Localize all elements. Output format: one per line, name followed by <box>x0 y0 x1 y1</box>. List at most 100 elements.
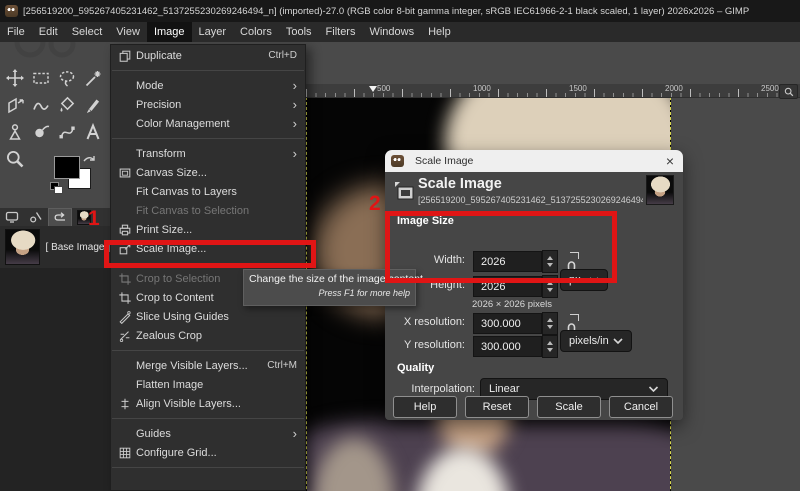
submenu-arrow-icon: › <box>292 145 297 161</box>
zealous-crop-icon <box>117 328 133 344</box>
menu-item-label: Crop to Selection <box>136 272 221 285</box>
magnifier-icon <box>784 87 793 96</box>
menubar-item-select[interactable]: Select <box>65 22 110 42</box>
screen-icon <box>5 211 19 223</box>
menu-item-label: Slice Using Guides <box>136 310 229 323</box>
wand-icon <box>85 70 101 86</box>
tool-measure[interactable] <box>2 118 28 145</box>
menu-item-fit-canvas-to-layers[interactable]: Fit Canvas to Layers <box>111 182 305 201</box>
menubar-item-help[interactable]: Help <box>421 22 458 42</box>
resolution-unit-select[interactable]: pixels/in <box>560 330 632 352</box>
menu-item-label: Fit Canvas to Layers <box>136 185 237 198</box>
zoom-follow-window-button[interactable] <box>779 84 798 99</box>
menubar-item-file[interactable]: File <box>0 22 32 42</box>
scale-image-dialog: Scale Image × Scale Image [256519200_595… <box>385 150 683 420</box>
tool-bucket-fill[interactable] <box>54 91 80 118</box>
y-resolution-spinner[interactable] <box>542 335 558 358</box>
menu-item-merge-visible-layers[interactable]: Merge Visible Layers... Ctrl+M <box>111 356 305 375</box>
ruler-label: 2500 <box>761 84 779 93</box>
knife-icon <box>117 309 133 325</box>
menu-item-transform[interactable]: Transform › <box>111 144 305 163</box>
cancel-button[interactable]: Cancel <box>609 396 673 418</box>
menu-item-align-visible-layers[interactable]: Align Visible Layers... <box>111 394 305 413</box>
menu-separator <box>112 418 304 419</box>
gimp-window: 500 1000 1500 2000 2500 [256519200_59526… <box>0 0 800 491</box>
tool-rectangle-select[interactable] <box>28 64 54 91</box>
tool-free-select[interactable] <box>54 64 80 91</box>
swap-colors-icon[interactable] <box>82 154 96 166</box>
printer-icon <box>117 222 133 238</box>
menu-item-duplicate[interactable]: Duplicate Ctrl+D <box>111 46 305 65</box>
quality-heading: Quality <box>397 362 435 374</box>
dialog-titlebar[interactable]: Scale Image × <box>385 150 683 172</box>
resolution-unit-value: pixels/in <box>569 335 609 347</box>
tab-screen[interactable] <box>0 208 24 226</box>
submenu-arrow-icon: › <box>292 425 297 441</box>
annotation-step-1: 1 <box>88 207 100 230</box>
ruler-label: 1500 <box>569 84 587 93</box>
undo-step-label: [ Base Image ] <box>45 241 110 253</box>
menu-item-label: Print Size... <box>136 223 193 236</box>
crop-icon <box>117 290 133 306</box>
tool-fuzzy-select[interactable] <box>80 64 106 91</box>
tool-transform[interactable] <box>2 91 28 118</box>
menubar-item-tools[interactable]: Tools <box>279 22 319 42</box>
default-colors-icon[interactable] <box>50 182 63 194</box>
menu-item-guides[interactable]: Guides › <box>111 424 305 443</box>
reset-button[interactable]: Reset <box>465 396 529 418</box>
menu-separator <box>112 138 304 139</box>
annotation-box-image-size <box>385 211 617 283</box>
menubar-item-windows[interactable]: Windows <box>362 22 421 42</box>
window-title: [256519200_595267405231462_5137255230269… <box>23 5 750 17</box>
tool-smudge[interactable] <box>28 118 54 145</box>
scale-button[interactable]: Scale <box>537 396 601 418</box>
menu-item-precision[interactable]: Precision › <box>111 95 305 114</box>
menu-item-configure-grid[interactable]: Configure Grid... <box>111 443 305 462</box>
menu-item-print-size[interactable]: Print Size... <box>111 220 305 239</box>
annotation-step-2: 2 <box>369 192 381 215</box>
menubar-item-view[interactable]: View <box>109 22 147 42</box>
paintbrush-icon <box>86 99 100 113</box>
menubar-item-layer[interactable]: Layer <box>192 22 234 42</box>
menu-item-canvas-size[interactable]: Canvas Size... <box>111 163 305 182</box>
menubar-item-edit[interactable]: Edit <box>32 22 65 42</box>
help-button[interactable]: Help <box>393 396 457 418</box>
menu-item-zealous-crop[interactable]: Zealous Crop <box>111 326 305 345</box>
submenu-arrow-icon: › <box>292 77 297 93</box>
tab-undo-history[interactable] <box>48 208 72 226</box>
menubar-item-image[interactable]: Image <box>146 22 192 42</box>
interpolation-value: Linear <box>489 383 520 395</box>
y-resolution-input[interactable]: 300.000 <box>473 336 542 357</box>
tool-text[interactable] <box>80 118 106 145</box>
ruler-pointer-marker <box>369 86 377 92</box>
tool-paths[interactable] <box>54 118 80 145</box>
menu-item-mode[interactable]: Mode › <box>111 76 305 95</box>
tool-warp[interactable] <box>28 91 54 118</box>
tool-zoom[interactable] <box>2 145 28 172</box>
color-swatches <box>50 154 105 204</box>
warp-icon <box>33 102 49 110</box>
undo-history-item[interactable]: [ Base Image ] <box>0 226 110 268</box>
foreground-color-swatch[interactable] <box>54 156 80 179</box>
undo-arrow-icon <box>54 211 65 221</box>
tool-move[interactable] <box>2 64 28 91</box>
text-icon <box>86 122 100 139</box>
menu-item-color-management[interactable]: Color Management › <box>111 114 305 133</box>
tab-paint-dynamics[interactable] <box>24 208 48 226</box>
menu-item-label: Merge Visible Layers... <box>136 359 248 372</box>
window-titlebar[interactable]: [256519200_595267405231462_5137255230269… <box>0 0 800 22</box>
transform-icon <box>8 97 24 113</box>
toolbox <box>0 42 110 214</box>
menu-item-slice-using-guides[interactable]: Slice Using Guides <box>111 307 305 326</box>
tool-paintbrush[interactable] <box>80 91 106 118</box>
menu-item-label: Canvas Size... <box>136 166 207 179</box>
x-resolution-input[interactable]: 300.000 <box>473 313 542 334</box>
menubar-item-filters[interactable]: Filters <box>319 22 363 42</box>
x-resolution-spinner[interactable] <box>542 312 558 335</box>
menubar: File Edit Select View Image Layer Colors… <box>0 22 800 42</box>
menu-separator <box>112 467 304 468</box>
close-icon[interactable]: × <box>666 154 674 168</box>
menubar-item-colors[interactable]: Colors <box>233 22 279 42</box>
menu-item-flatten-image[interactable]: Flatten Image <box>111 375 305 394</box>
undo-step-thumbnail <box>5 229 40 265</box>
